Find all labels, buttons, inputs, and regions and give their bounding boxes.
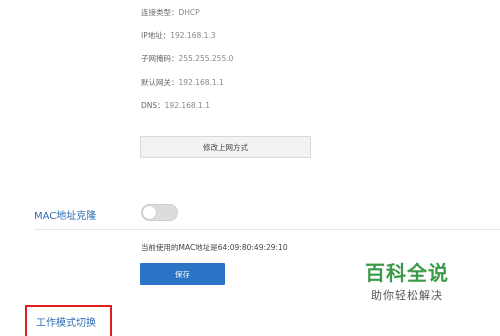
ip-address-label: IP地址： — [141, 31, 171, 40]
default-gateway-label: 默认网关： — [141, 78, 179, 87]
mac-clone-title: MAC地址克隆 — [34, 211, 97, 222]
mac-clone-toggle[interactable] — [141, 204, 178, 221]
connection-type-label: 连接类型： — [141, 8, 179, 17]
connection-type-row: 连接类型：DHCP — [141, 8, 200, 18]
current-mac-text: 当前使用的MAC地址是64:09:80:49:29:10 — [141, 243, 288, 252]
connection-type-value: DHCP — [178, 8, 200, 17]
ip-address-value: 192.168.1.3 — [170, 31, 216, 40]
subnet-mask-label: 子网掩码： — [141, 54, 179, 63]
watermark-sub-text: 助你轻松解决 — [371, 289, 443, 302]
dns-row: DNS：192.168.1.1 — [141, 101, 210, 111]
subnet-mask-row: 子网掩码：255.255.255.0 — [141, 54, 233, 64]
dns-label: DNS： — [141, 101, 165, 110]
section-divider — [34, 229, 500, 230]
subnet-mask-value: 255.255.255.0 — [178, 54, 234, 63]
default-gateway-row: 默认网关：192.168.1.1 — [141, 78, 224, 88]
toggle-knob — [143, 206, 156, 219]
default-gateway-value: 192.168.1.1 — [178, 78, 224, 87]
dns-value: 192.168.1.1 — [164, 101, 210, 110]
work-mode-switch-link[interactable]: 工作模式切换 — [36, 314, 96, 329]
watermark-logo: 百科全说 助你轻松解决 — [365, 262, 465, 303]
save-button[interactable]: 保存 — [140, 263, 225, 285]
ip-address-row: IP地址：192.168.1.3 — [141, 31, 216, 41]
change-connection-type-button[interactable]: 修改上网方式 — [140, 136, 311, 158]
watermark-main-text: 百科全说 — [365, 261, 449, 285]
